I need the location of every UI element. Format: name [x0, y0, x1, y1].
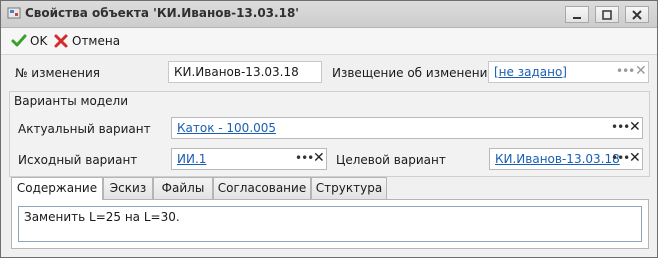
- content-text: Заменить L=25 на L=30.: [24, 210, 180, 224]
- actual-variant-label: Актуальный вариант: [18, 122, 151, 136]
- group-title: Варианты модели: [14, 94, 129, 108]
- notice-link[interactable]: [не задано]: [494, 65, 567, 79]
- target-variant-label: Целевой вариант: [336, 153, 446, 167]
- ellipsis-icon[interactable]: •••: [295, 151, 314, 165]
- source-variant-label: Исходный вариант: [18, 153, 138, 167]
- actual-variant-field[interactable]: Каток - 100.005 ••• ✕: [171, 117, 643, 139]
- tab-sketch[interactable]: Эскиз: [103, 177, 153, 199]
- tab-files[interactable]: Файлы: [153, 177, 213, 199]
- target-variant-field[interactable]: КИ.Иванов-13.03.18 ••• ✕: [489, 148, 643, 170]
- maximize-icon: [602, 10, 612, 20]
- ellipsis-icon[interactable]: •••: [611, 120, 630, 134]
- dialog-window: Свойства объекта 'КИ.Иванов-13.03.18' OK…: [0, 0, 658, 258]
- maximize-button[interactable]: [595, 6, 619, 23]
- change-number-label: № изменения: [15, 66, 101, 80]
- content-tab-panel: Заменить L=25 на L=30.: [11, 199, 649, 249]
- tab-approval[interactable]: Согласование: [213, 177, 311, 199]
- tab-content[interactable]: Содержание: [11, 177, 103, 200]
- clear-icon[interactable]: ✕: [629, 119, 641, 135]
- content-textarea[interactable]: Заменить L=25 на L=30.: [18, 206, 642, 242]
- model-variants-group: Варианты модели Актуальный вариант Каток…: [9, 91, 650, 177]
- clear-icon[interactable]: ✕: [629, 150, 641, 166]
- tab-structure[interactable]: Структура: [311, 177, 387, 199]
- close-window-button[interactable]: [625, 6, 649, 23]
- notice-label: Извещение об изменении: [332, 66, 496, 80]
- ok-label: OK: [30, 34, 48, 48]
- cancel-label: Отмена: [72, 34, 121, 48]
- clear-icon[interactable]: ✕: [313, 150, 325, 166]
- ellipsis-icon[interactable]: •••: [616, 64, 635, 78]
- window-title: Свойства объекта 'КИ.Иванов-13.03.18': [25, 6, 299, 20]
- target-variant-link[interactable]: КИ.Иванов-13.03.18: [495, 152, 620, 166]
- clear-icon[interactable]: ✕: [635, 63, 647, 79]
- close-icon: [632, 10, 642, 20]
- actual-variant-link[interactable]: Каток - 100.005: [177, 121, 276, 135]
- notice-field[interactable]: [не задано] ••• ✕: [488, 61, 649, 83]
- cancel-button[interactable]: Отмена: [53, 31, 120, 51]
- minimize-button[interactable]: [565, 6, 589, 23]
- change-number-input[interactable]: КИ.Иванов-13.03.18: [168, 61, 322, 83]
- ellipsis-icon[interactable]: •••: [611, 151, 630, 165]
- check-icon: [11, 34, 27, 47]
- source-variant-field[interactable]: ИИ.1 ••• ✕: [171, 148, 327, 170]
- app-icon: [7, 7, 21, 19]
- source-variant-link[interactable]: ИИ.1: [177, 152, 206, 166]
- minimize-icon: [573, 17, 581, 19]
- title-bar: Свойства объекта 'КИ.Иванов-13.03.18': [1, 1, 657, 28]
- cross-icon: [54, 34, 68, 48]
- change-number-value: КИ.Иванов-13.03.18: [174, 65, 299, 79]
- ok-button[interactable]: OK: [11, 31, 47, 51]
- toolbar: OK Отмена: [1, 28, 657, 55]
